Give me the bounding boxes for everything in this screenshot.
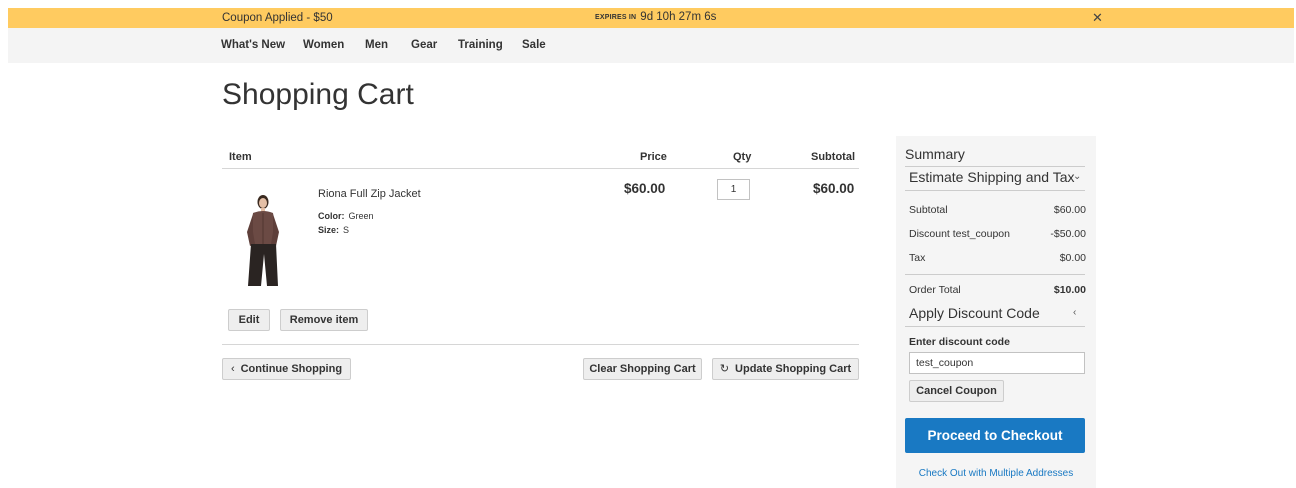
- subtotal-value: $60.00: [1053, 204, 1086, 216]
- subtotal-label: Subtotal: [909, 204, 948, 216]
- apply-discount-code-toggle[interactable]: Apply Discount Code: [909, 305, 1040, 321]
- summary-divider: [905, 274, 1085, 275]
- qty-input[interactable]: 1: [717, 179, 750, 200]
- option-label: Size:: [318, 225, 340, 235]
- nav-item-women[interactable]: Women: [303, 39, 344, 51]
- update-shopping-cart-label: Update Shopping Cart: [735, 363, 852, 375]
- nav-item-whats-new[interactable]: What's New: [221, 39, 285, 51]
- actions-divider: [222, 344, 859, 345]
- chevron-down-icon[interactable]: ⌄: [1073, 171, 1081, 182]
- expires-countdown: EXPIRES IN 9d 10h 27m 6s: [595, 11, 716, 23]
- order-total-label: Order Total: [909, 284, 961, 296]
- main-nav: What's New Women Men Gear Training Sale: [8, 28, 1294, 63]
- tax-value: $0.00: [1059, 252, 1086, 264]
- page-title: Shopping Cart: [222, 78, 414, 111]
- summary-divider: [905, 166, 1085, 167]
- continue-shopping-label: Continue Shopping: [240, 363, 343, 375]
- product-image[interactable]: [236, 192, 292, 288]
- order-summary-panel: Summary Estimate Shipping and Tax ⌄ Subt…: [896, 136, 1096, 488]
- summary-title: Summary: [905, 146, 965, 162]
- nav-item-training[interactable]: Training: [458, 39, 503, 51]
- product-option-size: Size: S: [318, 225, 349, 235]
- option-value: S: [343, 225, 350, 235]
- promo-bar: Coupon Applied - $50 EXPIRES IN 9d 10h 27…: [8, 8, 1294, 28]
- update-shopping-cart-button[interactable]: ↻ Update Shopping Cart: [712, 358, 859, 380]
- close-icon[interactable]: ✕: [1092, 10, 1103, 26]
- chevron-left-icon[interactable]: ‹: [1073, 307, 1076, 318]
- item-price: $60.00: [624, 181, 666, 196]
- item-subtotal: $60.00: [813, 181, 855, 196]
- proceed-to-checkout-button[interactable]: Proceed to Checkout: [905, 418, 1085, 453]
- cancel-coupon-button[interactable]: Cancel Coupon: [909, 380, 1004, 402]
- order-total-value: $10.00: [1053, 284, 1086, 296]
- nav-item-men[interactable]: Men: [365, 39, 388, 51]
- countdown-value: 9d 10h 27m 6s: [640, 11, 717, 23]
- option-label: Color:: [318, 211, 345, 221]
- tax-label: Tax: [909, 252, 926, 264]
- summary-divider: [905, 190, 1085, 191]
- continue-shopping-button[interactable]: ‹ Continue Shopping: [222, 358, 351, 380]
- column-header-item: Item: [229, 151, 252, 163]
- option-value: Green: [348, 211, 374, 221]
- summary-divider: [905, 326, 1085, 327]
- nav-item-gear[interactable]: Gear: [411, 39, 437, 51]
- column-header-subtotal: Subtotal: [811, 151, 855, 163]
- discount-code-label: Enter discount code: [909, 336, 1010, 348]
- edit-button[interactable]: Edit: [228, 309, 270, 331]
- column-header-price: Price: [640, 151, 667, 163]
- expires-label: EXPIRES IN: [595, 14, 637, 21]
- column-header-qty: Qty: [733, 151, 752, 163]
- multi-address-checkout-link[interactable]: Check Out with Multiple Addresses: [896, 468, 1096, 479]
- discount-code-input[interactable]: test_coupon: [909, 352, 1085, 374]
- estimate-shipping-tax-toggle[interactable]: Estimate Shipping and Tax: [909, 169, 1075, 185]
- discount-value: -$50.00: [1050, 228, 1086, 240]
- clear-shopping-cart-button[interactable]: Clear Shopping Cart: [583, 358, 702, 380]
- remove-item-button[interactable]: Remove item: [280, 309, 368, 331]
- product-name-link[interactable]: Riona Full Zip Jacket: [318, 188, 421, 200]
- chevron-left-icon: ‹: [230, 363, 235, 375]
- discount-label: Discount test_coupon: [909, 228, 1010, 240]
- coupon-applied-text: Coupon Applied - $50: [222, 12, 333, 24]
- header-divider: [222, 168, 859, 169]
- nav-item-sale[interactable]: Sale: [522, 39, 546, 51]
- product-option-color: Color: Green: [318, 211, 374, 221]
- refresh-icon: ↻: [719, 363, 730, 375]
